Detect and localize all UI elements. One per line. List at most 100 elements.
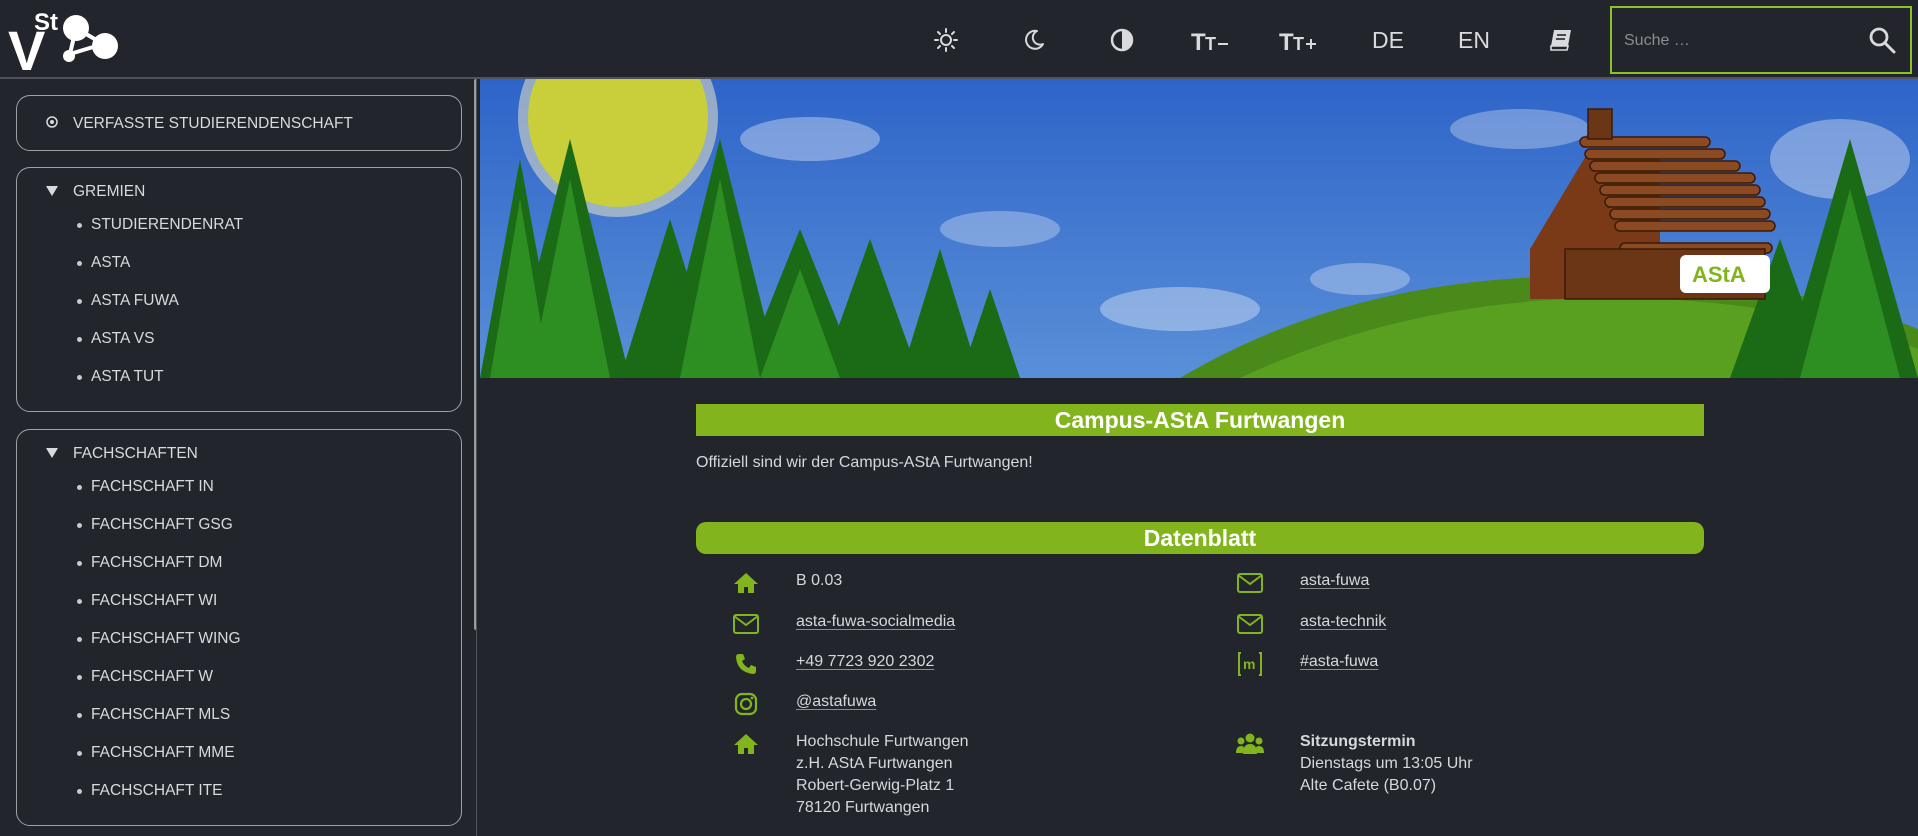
sidebar-section-gremien: GREMIEN STUDIERENDENRAT ASTA ASTA FUWA A…: [16, 167, 462, 412]
bullet-icon: [77, 750, 82, 756]
sidebar-item-asta[interactable]: ASTA: [77, 254, 130, 272]
meeting-title: Sitzungstermin: [1300, 733, 1416, 750]
mail-icon: [1236, 569, 1264, 597]
instagram-link[interactable]: @astafuwa: [796, 691, 876, 713]
lang-de-button[interactable]: DE: [1370, 20, 1406, 60]
meeting-info: Sitzungstermin Dienstags um 13:05 Uhr Al…: [1300, 731, 1473, 797]
search-input[interactable]: [1622, 22, 1856, 60]
bullet-icon: [77, 260, 82, 266]
light-mode-button[interactable]: [928, 20, 964, 60]
sidebar-item-label: FACHSCHAFT WING: [91, 630, 241, 647]
triangle-down-icon: [46, 445, 58, 463]
instagram-icon: [732, 690, 760, 718]
sidebar-section-fachschaften: FACHSCHAFTEN FACHSCHAFT IN FACHSCHAFT GS…: [16, 429, 462, 826]
main-content: AStA Campus-AStA Furtwangen Offiziell si…: [478, 79, 1918, 836]
bullet-icon: [77, 560, 82, 566]
sidebar-item-asta-fuwa[interactable]: ASTA FUWA: [77, 292, 179, 310]
matrix-link[interactable]: #asta-fuwa: [1300, 651, 1378, 673]
svg-text:St: St: [34, 9, 58, 36]
vst-logo[interactable]: V St: [6, 4, 121, 74]
sidebar-item-fachschaft-mme[interactable]: FACHSCHAFT MME: [77, 744, 235, 762]
lang-en-button[interactable]: EN: [1456, 20, 1492, 60]
sidebar-item-label: STUDIERENDENRAT: [91, 216, 244, 233]
sidebar-item-fachschaft-w[interactable]: FACHSCHAFT W: [77, 668, 213, 686]
search-box: [1610, 6, 1912, 74]
bullet-icon: [77, 298, 82, 304]
sidebar-item-fachschaft-in[interactable]: FACHSCHAFT IN: [77, 478, 214, 496]
sidebar-item-studierendenrat[interactable]: STUDIERENDENRAT: [77, 216, 243, 234]
bullet-icon: [77, 598, 82, 604]
address-line: z.H. AStA Furtwangen: [796, 755, 953, 772]
search-icon: [1869, 27, 1896, 54]
sidebar-toggle-gremien[interactable]: GREMIEN: [46, 183, 145, 201]
font-decrease-button[interactable]: T T: [1190, 20, 1230, 60]
group-icon: [1236, 730, 1264, 758]
address-line: Robert-Gerwig-Platz 1: [796, 777, 955, 794]
sidebar-item-fachschaft-mls[interactable]: FACHSCHAFT MLS: [77, 706, 230, 724]
postal-address: Hochschule Furtwangen z.H. AStA Furtwang…: [796, 731, 969, 819]
sidebar-item-label: FACHSCHAFT IN: [91, 478, 214, 495]
sidebar-item-label: ASTA FUWA: [91, 292, 179, 309]
sidebar-item-fachschaft-wing[interactable]: FACHSCHAFT WING: [77, 630, 241, 648]
bullet-icon: [77, 222, 82, 228]
sidebar-item-label: FACHSCHAFT WI: [91, 592, 218, 609]
sidebar-item-label: FACHSCHAFT MLS: [91, 706, 231, 723]
sidebar-item-label: FACHSCHAFT MME: [91, 744, 235, 761]
room-number: B 0.03: [796, 572, 843, 589]
meeting-place: Alte Cafete (B0.07): [1300, 777, 1437, 794]
mail-link-asta-fuwa[interactable]: asta-fuwa: [1300, 570, 1369, 592]
sun-icon: [934, 28, 958, 52]
sidebar-section-verfasste: VERFASSTE STUDIERENDENSCHAFT: [16, 95, 462, 151]
home-icon: [732, 730, 760, 758]
sidebar-section-label: VERFASSTE STUDIERENDENSCHAFT: [73, 115, 353, 132]
sidebar-item-fachschaft-wi[interactable]: FACHSCHAFT WI: [77, 592, 217, 610]
font-increase-icon: T T: [1279, 29, 1316, 53]
sidebar-scrollbar[interactable]: [474, 79, 476, 630]
easy-language-button[interactable]: [1546, 20, 1576, 60]
contrast-icon: [1110, 28, 1134, 52]
bullet-icon: [77, 374, 82, 380]
mail-icon: [1236, 610, 1264, 638]
sidebar-item-label: FACHSCHAFT W: [91, 668, 213, 685]
contrast-button[interactable]: [1104, 20, 1140, 60]
address-line: 78120 Furtwangen: [796, 799, 930, 816]
sidebar-item-fachschaft-dm[interactable]: FACHSCHAFT DM: [77, 554, 222, 572]
sidebar-item-label: ASTA VS: [91, 330, 155, 347]
sidebar-section-label: GREMIEN: [73, 183, 146, 200]
sidebar-item-verfasste-studierendenschaft[interactable]: VERFASSTE STUDIERENDENSCHAFT: [46, 115, 353, 133]
sidebar-toggle-fachschaften[interactable]: FACHSCHAFTEN: [46, 445, 198, 463]
bullet-icon: [77, 788, 82, 794]
address-line: Hochschule Furtwangen: [796, 733, 969, 750]
triangle-down-icon: [46, 183, 58, 201]
banner-asta-sign: AStA: [1692, 262, 1746, 287]
mail-link-asta-technik[interactable]: asta-technik: [1300, 611, 1386, 633]
bullet-icon: [77, 484, 82, 490]
mail-link-socialmedia[interactable]: asta-fuwa-socialmedia: [796, 611, 955, 633]
bullet-icon: [77, 712, 82, 718]
bullet-icon: [77, 674, 82, 680]
moon-icon: [1025, 29, 1044, 50]
mail-icon: [732, 610, 760, 638]
search-button[interactable]: [1868, 26, 1896, 59]
svg-text:T: T: [1293, 34, 1304, 53]
font-increase-button[interactable]: T T: [1278, 20, 1318, 60]
matrix-icon-letter: m: [1243, 656, 1255, 672]
phone-icon: [732, 650, 760, 678]
sidebar-item-fachschaft-ite[interactable]: FACHSCHAFT ITE: [77, 782, 222, 800]
phone-link[interactable]: +49 7723 920 2302: [796, 651, 934, 673]
page-title: Campus-AStA Furtwangen: [696, 404, 1704, 436]
sidebar-item-asta-vs[interactable]: ASTA VS: [77, 330, 154, 348]
svg-text:T: T: [1191, 29, 1206, 53]
intro-text: Offiziell sind wir der Campus-AStA Furtw…: [696, 454, 1033, 471]
sidebar-item-asta-tut[interactable]: ASTA TUT: [77, 368, 164, 386]
home-icon: [732, 569, 760, 597]
sidebar-nav: VERFASSTE STUDIERENDENSCHAFT GREMIEN STU…: [0, 79, 477, 836]
sidebar-item-fachschaft-gsg[interactable]: FACHSCHAFT GSG: [77, 516, 233, 534]
bullet-icon: [77, 522, 82, 528]
sidebar-section-label: FACHSCHAFTEN: [73, 445, 198, 462]
top-bar: V St T T T T DE EN Suche …: [0, 0, 1918, 79]
dark-mode-button[interactable]: [1016, 20, 1052, 60]
bullet-icon: [77, 336, 82, 342]
matrix-icon: m: [1236, 650, 1264, 678]
sidebar-item-label: FACHSCHAFT DM: [91, 554, 223, 571]
